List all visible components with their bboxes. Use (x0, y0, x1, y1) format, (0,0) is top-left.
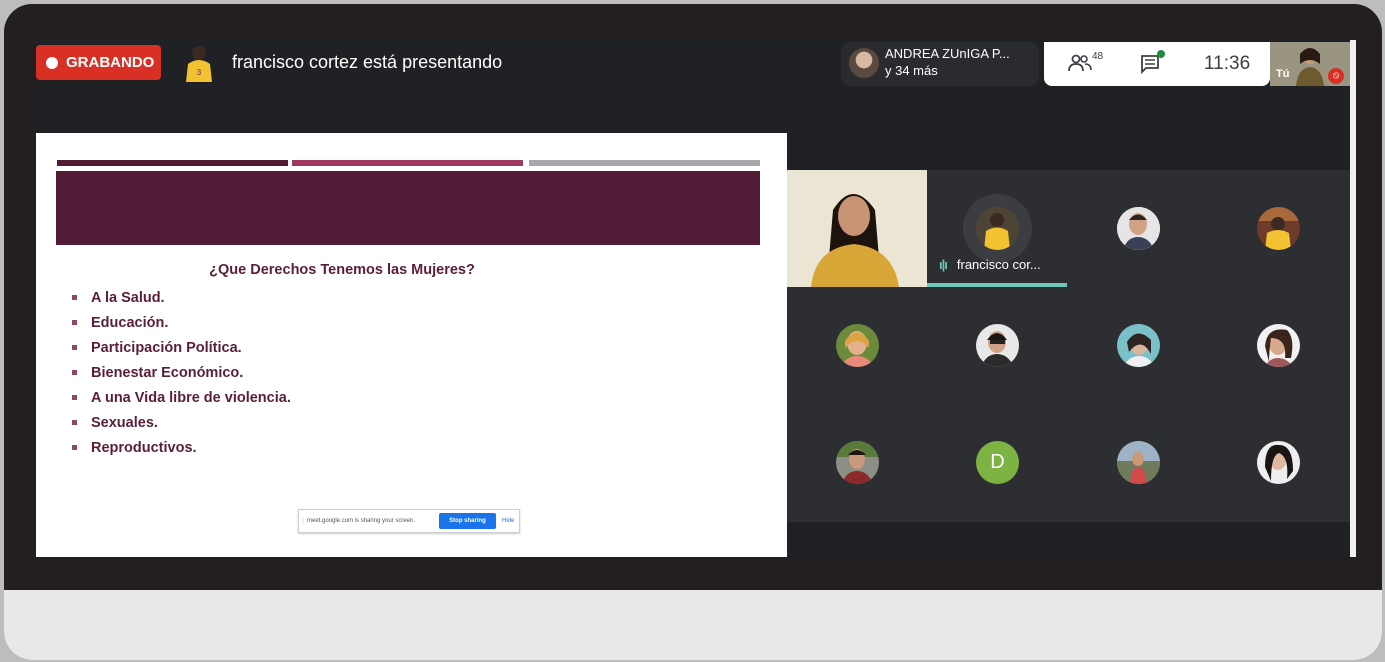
participant-tile[interactable] (1068, 287, 1208, 404)
avatar (1257, 441, 1300, 484)
bullet-icon (72, 395, 77, 400)
bullet-icon (72, 420, 77, 425)
active-speaker-name: ANDREA ZUnIGA P... (885, 46, 1010, 61)
participants-count: 48 (1092, 51, 1104, 62)
participant-tile[interactable] (927, 287, 1067, 404)
avatar (1117, 441, 1160, 484)
avatar (1257, 207, 1300, 250)
shared-slide: ¿Que Derechos Tenemos las Mujeres? A la … (36, 133, 787, 557)
participant-tile[interactable] (787, 404, 927, 521)
slide-title: ¿Que Derechos Tenemos las Mujeres? (209, 262, 475, 278)
avatar (1117, 207, 1160, 250)
avatar (1117, 324, 1160, 367)
meeting-controls: 48 11:36 (1044, 42, 1270, 86)
participant-tile[interactable] (787, 287, 927, 404)
screen-edge (1350, 40, 1356, 557)
avatar (836, 441, 879, 484)
bullet-icon (72, 295, 77, 300)
bullet-icon (72, 445, 77, 450)
list-item: A la Salud. (72, 285, 291, 310)
drag-handle-icon[interactable]: ⋮ (299, 518, 307, 525)
people-icon[interactable] (1068, 54, 1092, 72)
slide-deco-bar-3 (529, 160, 760, 166)
slide-bullet-list: A la Salud. Educación. Participación Pol… (72, 285, 291, 460)
share-message: meet.google.com is sharing your screen. (307, 518, 416, 524)
participant-tile-presenter[interactable]: ı|ı francisco cor... (927, 170, 1067, 287)
participant-video (787, 170, 927, 287)
avatar: D (976, 441, 1019, 484)
active-speaker-avatar (849, 48, 879, 78)
active-speaker-pill[interactable]: ANDREA ZUnIGA P... y 34 más (841, 42, 1039, 86)
bullet-icon (72, 370, 77, 375)
list-item: Bienestar Económico. (72, 360, 291, 385)
presenter-name: francisco cor... (956, 257, 1041, 272)
participant-tile[interactable]: D (927, 404, 1067, 521)
list-item: A una Vida libre de violencia. (72, 385, 291, 410)
recording-badge[interactable]: GRABANDO (36, 45, 161, 80)
slide-deco-bar-2 (292, 160, 523, 166)
participant-tile[interactable] (1208, 170, 1348, 287)
bullet-icon (72, 345, 77, 350)
avatar (1257, 324, 1300, 367)
device-chin (4, 590, 1382, 660)
list-item: Reproductivos. (72, 435, 291, 460)
hide-link[interactable]: Hide (502, 518, 514, 524)
self-view-tile[interactable]: Tú ⦸ (1270, 42, 1350, 86)
recording-label: GRABANDO (66, 54, 155, 71)
list-item: Educación. (72, 310, 291, 335)
presenting-status: francisco cortez está presentando (232, 52, 503, 72)
presenter-label: ı|ı francisco cor... (939, 257, 1041, 272)
list-item: Participación Política. (72, 335, 291, 360)
participant-tile-video[interactable] (787, 170, 927, 287)
self-label: Tú (1276, 68, 1290, 80)
audio-wave-icon: ı|ı (939, 257, 948, 272)
participant-tile[interactable] (1208, 404, 1348, 521)
meet-screen: GRABANDO 3 francisco cortez está present… (36, 40, 1350, 557)
participant-tile[interactable] (1208, 287, 1348, 404)
avatar (976, 324, 1019, 367)
avatar (976, 207, 1019, 250)
slide-deco-bar-1 (57, 160, 288, 166)
avatar (836, 324, 879, 367)
participant-grid: ı|ı francisco cor... D (787, 170, 1350, 522)
stop-sharing-button[interactable]: Stop sharing (439, 513, 496, 529)
presenter-avatar: 3 (182, 44, 216, 82)
participant-tile[interactable] (1068, 170, 1208, 287)
participant-tile[interactable] (1068, 404, 1208, 521)
chat-notification-dot (1157, 50, 1165, 58)
list-item: Sexuales. (72, 410, 291, 435)
device-frame: GRABANDO 3 francisco cortez está present… (4, 4, 1382, 660)
svg-text:3: 3 (197, 68, 202, 77)
screen-share-notice: ⋮ meet.google.com is sharing your screen… (298, 509, 520, 533)
slide-banner (56, 171, 760, 245)
clock: 11:36 (1204, 53, 1251, 74)
record-dot-icon (46, 56, 58, 69)
mic-off-icon: ⦸ (1328, 68, 1344, 84)
bullet-icon (72, 320, 77, 325)
active-speaker-more: y 34 más (885, 63, 938, 78)
